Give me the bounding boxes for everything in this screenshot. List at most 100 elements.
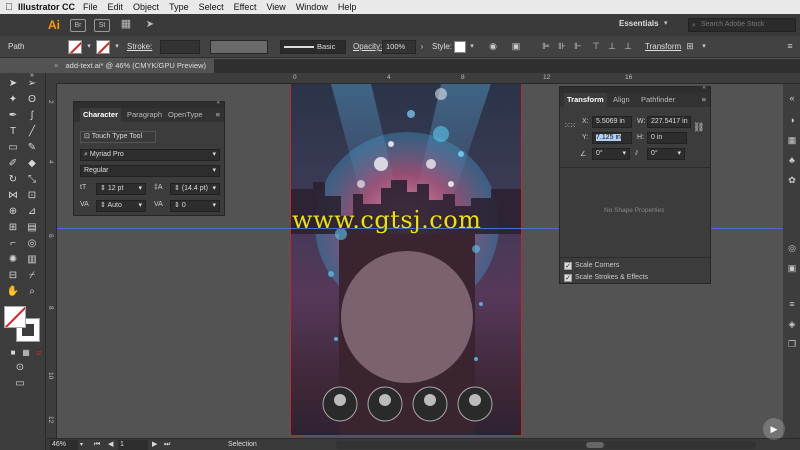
none-mode-icon[interactable]: ⧄	[31, 346, 47, 360]
rotate-field[interactable]: 0° ▾	[592, 148, 630, 160]
chevron-down-icon[interactable]: ▾	[664, 19, 668, 27]
opacity-label[interactable]: Opacity:	[353, 40, 382, 54]
swatches-panel-icon[interactable]: ▦	[786, 134, 798, 146]
menu-help[interactable]: Help	[338, 2, 357, 12]
stroke-swatch[interactable]	[96, 40, 110, 54]
leading-field[interactable]: ⇕ (14.4 pt) ▾	[170, 183, 220, 195]
column-graph-tool-icon[interactable]: ▥	[24, 253, 40, 267]
zoom-tool-icon[interactable]: ⌕	[24, 285, 40, 299]
scale-strokes-checkbox[interactable]: ✓	[564, 274, 572, 282]
font-family-field[interactable]: ⌕ Myriad Pro ▾	[80, 149, 220, 161]
arrange-documents-icon[interactable]: ▦	[118, 18, 134, 32]
menu-window[interactable]: Window	[296, 2, 328, 12]
align-left-icon[interactable]: ⊫	[540, 40, 552, 53]
align-right-icon[interactable]: ⊩	[572, 40, 584, 53]
scroll-thumb[interactable]	[586, 442, 604, 448]
apple-icon[interactable]: 	[0, 2, 18, 13]
rotate-tool-icon[interactable]: ↻	[5, 173, 21, 187]
tab-opentype[interactable]: OpenType	[165, 108, 206, 122]
chevron-right-icon[interactable]: ›	[416, 40, 428, 53]
free-transform-tool-icon[interactable]: ⊡	[24, 189, 40, 203]
tracking-field[interactable]: ⇕ 0 ▾	[170, 200, 220, 212]
collapse-icon[interactable]: «	[703, 85, 706, 91]
align-to-icon[interactable]: ▣	[510, 40, 522, 53]
fill-swatch[interactable]	[68, 40, 82, 54]
reference-point-icon[interactable]: ⁙⁙	[564, 121, 576, 130]
status-mode[interactable]: Selection	[228, 440, 257, 450]
horizontal-scrollbar[interactable]	[336, 441, 756, 449]
scale-tool-icon[interactable]: ⤡	[24, 173, 40, 187]
magic-wand-icon[interactable]: ✦	[5, 93, 21, 107]
y-field[interactable]: 7.125 in	[592, 132, 632, 144]
direct-selection-tool-icon[interactable]: ➢	[24, 77, 40, 91]
perspective-grid-tool-icon[interactable]: ⊿	[24, 205, 40, 219]
font-size-field[interactable]: ⇕ 12 pt ▾	[96, 183, 146, 195]
kerning-field[interactable]: ⇕ Auto ▾	[96, 200, 146, 212]
color-panel-icon[interactable]: ◑	[786, 114, 798, 126]
gpu-performance-icon[interactable]: ➤	[142, 19, 158, 32]
lasso-tool-icon[interactable]: ʘ	[24, 93, 40, 107]
menu-type[interactable]: Type	[169, 2, 189, 12]
appearance-panel-icon[interactable]: ◎	[786, 242, 798, 254]
collapse-icon[interactable]: «	[786, 92, 798, 104]
layers-panel-icon[interactable]: ◈	[786, 318, 798, 330]
chevron-down-icon[interactable]: ▾	[83, 40, 95, 53]
tab-character[interactable]: Character	[80, 108, 122, 122]
menu-select[interactable]: Select	[199, 2, 224, 12]
previous-artboard-icon[interactable]: ◀	[108, 440, 113, 450]
slice-tool-icon[interactable]: ⌿	[24, 269, 40, 283]
blend-tool-icon[interactable]: ◎	[24, 237, 40, 251]
chevron-down-icon[interactable]: ▾	[466, 40, 478, 53]
shaper-tool-icon[interactable]: ✐	[5, 157, 21, 171]
opacity-field[interactable]: 100%	[382, 40, 416, 54]
touch-type-tool-button[interactable]: ⊡ Touch Type Tool	[80, 131, 156, 143]
gradient-tool-icon[interactable]: ▤	[24, 221, 40, 235]
horizontal-ruler[interactable]: 0 4 8 12 16	[57, 73, 800, 84]
type-tool-icon[interactable]: T	[5, 125, 21, 139]
tab-transform[interactable]: Transform	[564, 93, 607, 107]
brush-definition[interactable]: Basic	[280, 40, 346, 54]
chevron-down-icon[interactable]: ▾	[698, 40, 710, 53]
collapse-icon[interactable]: «	[217, 100, 220, 106]
bridge-button[interactable]: Br	[70, 18, 86, 32]
pen-tool-icon[interactable]: ✒	[5, 109, 21, 123]
tab-pathfinder[interactable]: Pathfinder	[638, 93, 678, 107]
stroke-weight-field[interactable]	[160, 40, 200, 54]
line-segment-tool-icon[interactable]: ╱	[24, 125, 40, 139]
menu-edit[interactable]: Edit	[108, 2, 124, 12]
eraser-tool-icon[interactable]: ◆	[24, 157, 40, 171]
height-field[interactable]: 0 in	[647, 132, 687, 144]
chevron-down-icon[interactable]: ▾	[111, 40, 123, 53]
font-style-field[interactable]: Regular ▾	[80, 165, 220, 177]
artwork[interactable]	[291, 84, 522, 436]
play-icon[interactable]: ▶	[763, 418, 785, 440]
constrain-proportions-icon[interactable]: ⛓	[693, 122, 704, 133]
align-center-icon[interactable]: ⊪	[556, 40, 568, 53]
eyedropper-tool-icon[interactable]: ⌐	[5, 237, 21, 251]
artboards-panel-icon[interactable]: ❐	[786, 338, 798, 350]
panel-menu-icon[interactable]: ≡	[216, 110, 220, 119]
paintbrush-tool-icon[interactable]: ✎	[24, 141, 40, 155]
stock-search-input[interactable]: ⌕ Search Adobe Stock	[688, 18, 796, 32]
ruler-origin[interactable]	[46, 73, 57, 84]
app-menu[interactable]: Illustrator CC	[18, 2, 75, 12]
tab-paragraph[interactable]: Paragraph	[124, 108, 165, 122]
align-middle-icon[interactable]: ⊥	[606, 40, 618, 53]
artboard[interactable]	[290, 84, 522, 436]
shape-builder-tool-icon[interactable]: ⊕	[5, 205, 21, 219]
stock-button[interactable]: St	[94, 18, 110, 32]
artboard-number-field[interactable]: 1	[118, 440, 148, 450]
fill-color-box[interactable]	[4, 306, 26, 328]
menu-view[interactable]: View	[266, 2, 285, 12]
transform-link[interactable]: Transform	[645, 40, 681, 54]
draw-mode-icon[interactable]: ⊙	[12, 361, 28, 375]
chevron-down-icon[interactable]: ▾	[80, 440, 83, 450]
recolor-artwork-icon[interactable]: ◉	[487, 40, 499, 53]
stroke-label[interactable]: Stroke:	[127, 40, 152, 54]
close-icon[interactable]: ×	[54, 61, 58, 70]
graphic-styles-panel-icon[interactable]: ▣	[786, 262, 798, 274]
stroke-panel-icon[interactable]: ≡	[786, 298, 798, 310]
workspace-switcher[interactable]: Essentials	[619, 19, 659, 28]
width-tool-icon[interactable]: ⋈	[5, 189, 21, 203]
zoom-field[interactable]: 46%	[50, 440, 78, 450]
